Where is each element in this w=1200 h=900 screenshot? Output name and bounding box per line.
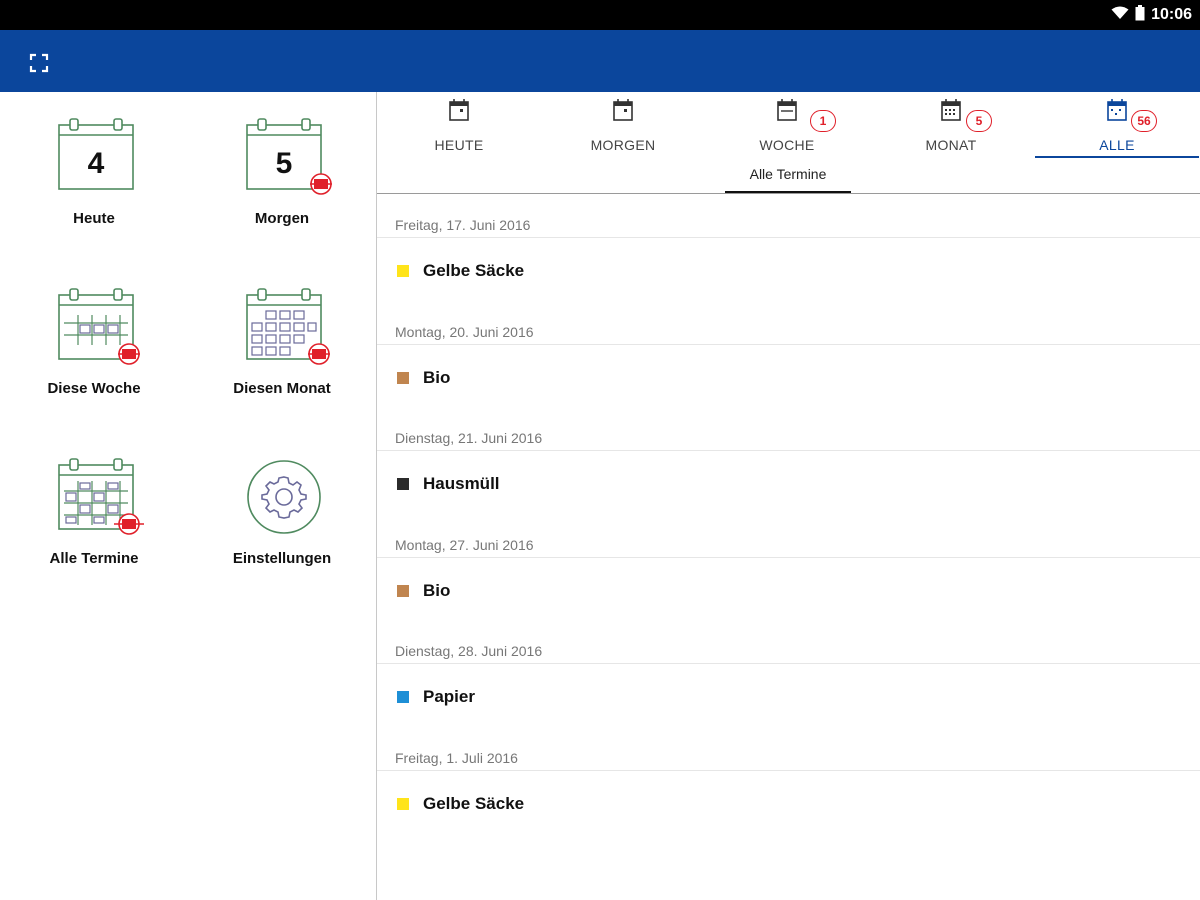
tile-label: Einstellungen xyxy=(232,550,332,567)
calendar-month-icon xyxy=(246,288,330,365)
date-header: Montag, 27. Juni 2016 xyxy=(395,536,534,553)
list-item[interactable]: Bio xyxy=(377,558,1200,620)
day-group: Freitag, 1. Juli 2016 Gelbe Säcke xyxy=(377,727,1200,834)
calendar-week-icon xyxy=(777,99,797,121)
waste-type-color xyxy=(397,371,409,384)
tab-woche[interactable]: WOCHE 1 xyxy=(705,92,869,158)
tab-alle[interactable]: ALLE 56 xyxy=(1035,92,1199,158)
tile-label: Diesen Monat xyxy=(233,380,331,397)
date-header: Freitag, 1. Juli 2016 xyxy=(395,749,518,766)
red-marker-icon xyxy=(310,173,332,195)
tab-active-indicator xyxy=(1035,156,1199,158)
tile-label: Heute xyxy=(73,210,115,227)
subtab-alle-termine[interactable]: Alle Termine xyxy=(725,166,851,194)
calendar-day-icon xyxy=(613,99,633,121)
waste-type-label: Papier xyxy=(423,687,475,707)
calendar-day-icon: 5 xyxy=(246,118,332,195)
tab-label: WOCHE xyxy=(759,137,815,153)
tab-heute[interactable]: HEUTE xyxy=(377,92,541,158)
list-item[interactable]: Gelbe Säcke xyxy=(377,238,1200,300)
waste-type-label: Bio xyxy=(423,367,451,387)
day-group: Dienstag, 21. Juni 2016 Hausmüll xyxy=(377,407,1200,514)
tile-einstellungen[interactable]: Einstellungen xyxy=(188,432,376,602)
tab-badge: 5 xyxy=(966,110,992,132)
list-item[interactable]: Bio xyxy=(377,345,1200,407)
tab-morgen[interactable]: MORGEN xyxy=(541,92,705,158)
gear-icon xyxy=(247,460,321,534)
calendar-day-icon xyxy=(449,99,469,121)
calendar-all-icon xyxy=(58,458,144,535)
day-group: Dienstag, 28. Juni 2016 Papier xyxy=(377,620,1200,727)
calendar-week-icon xyxy=(58,288,140,365)
tile-morgen-day: 5 xyxy=(276,147,293,180)
red-marker-icon xyxy=(118,343,140,365)
day-group: Freitag, 17. Juni 2016 Gelbe Säcke xyxy=(377,194,1200,301)
tab-label: HEUTE xyxy=(434,137,484,153)
tile-label: Morgen xyxy=(254,210,310,227)
red-marker-icon xyxy=(308,343,330,365)
battery-icon xyxy=(1135,4,1145,26)
waste-type-color xyxy=(397,797,409,810)
tab-label: ALLE xyxy=(1099,137,1135,153)
waste-type-label: Gelbe Säcke xyxy=(423,261,525,280)
list-item[interactable]: Papier xyxy=(377,664,1200,726)
date-header: Dienstag, 28. Juni 2016 xyxy=(395,643,543,660)
tile-diese-woche[interactable]: Diese Woche xyxy=(0,262,188,432)
tab-badge: 1 xyxy=(810,110,836,132)
tile-heute[interactable]: 4 Heute xyxy=(0,92,188,262)
date-header: Montag, 20. Juni 2016 xyxy=(395,323,534,340)
period-tabs: HEUTE MORGEN WOCHE 1 MONAT 5 ALLE 56 xyxy=(377,92,1200,158)
tile-heute-day: 4 xyxy=(88,147,105,180)
waste-type-color xyxy=(397,584,409,597)
date-header: Dienstag, 21. Juni 2016 xyxy=(395,430,543,447)
day-group: Montag, 20. Juni 2016 Bio xyxy=(377,301,1200,408)
fullscreen-button[interactable] xyxy=(26,50,52,76)
status-icons: 10:06 xyxy=(1111,0,1192,30)
list-item[interactable]: Hausmüll xyxy=(377,451,1200,513)
list-item[interactable]: Gelbe Säcke xyxy=(377,771,1200,833)
tab-label: MONAT xyxy=(925,137,977,153)
tile-label: Diese Woche xyxy=(47,380,141,397)
wifi-icon xyxy=(1111,6,1129,25)
shortcut-panel: 4 Heute 5 Morgen Diese Woche Diesen Mona… xyxy=(0,92,376,900)
date-header: Freitag, 17. Juni 2016 xyxy=(395,217,531,233)
tile-diesen-monat[interactable]: Diesen Monat xyxy=(188,262,376,432)
tab-label: MORGEN xyxy=(590,137,656,153)
tile-label: Alle Termine xyxy=(49,550,139,567)
day-group: Montag, 27. Juni 2016 Bio xyxy=(377,514,1200,621)
tab-monat[interactable]: MONAT 5 xyxy=(869,92,1033,158)
waste-type-color xyxy=(397,265,409,277)
calendar-month-icon xyxy=(941,99,961,121)
waste-type-label: Gelbe Säcke xyxy=(423,793,525,813)
app-bar xyxy=(0,30,1200,92)
fullscreen-icon xyxy=(29,53,49,73)
event-list: Freitag, 17. Juni 2016 Gelbe Säcke Monta… xyxy=(377,194,1200,834)
calendar-day-icon: 4 xyxy=(58,118,134,190)
schedule-panel: HEUTE MORGEN WOCHE 1 MONAT 5 ALLE 56 All… xyxy=(377,92,1200,900)
waste-type-label: Bio xyxy=(423,580,451,600)
calendar-all-icon xyxy=(1107,99,1127,121)
status-bar: 10:06 xyxy=(0,0,1200,30)
waste-type-color xyxy=(397,691,409,704)
tab-badge: 56 xyxy=(1131,110,1157,132)
waste-type-color xyxy=(397,478,409,491)
status-time: 10:06 xyxy=(1151,6,1192,23)
tile-morgen[interactable]: 5 Morgen xyxy=(188,92,376,262)
tile-alle-termine[interactable]: Alle Termine xyxy=(0,432,188,602)
subtab-label: Alle Termine xyxy=(749,166,827,182)
waste-type-label: Hausmüll xyxy=(423,474,500,494)
